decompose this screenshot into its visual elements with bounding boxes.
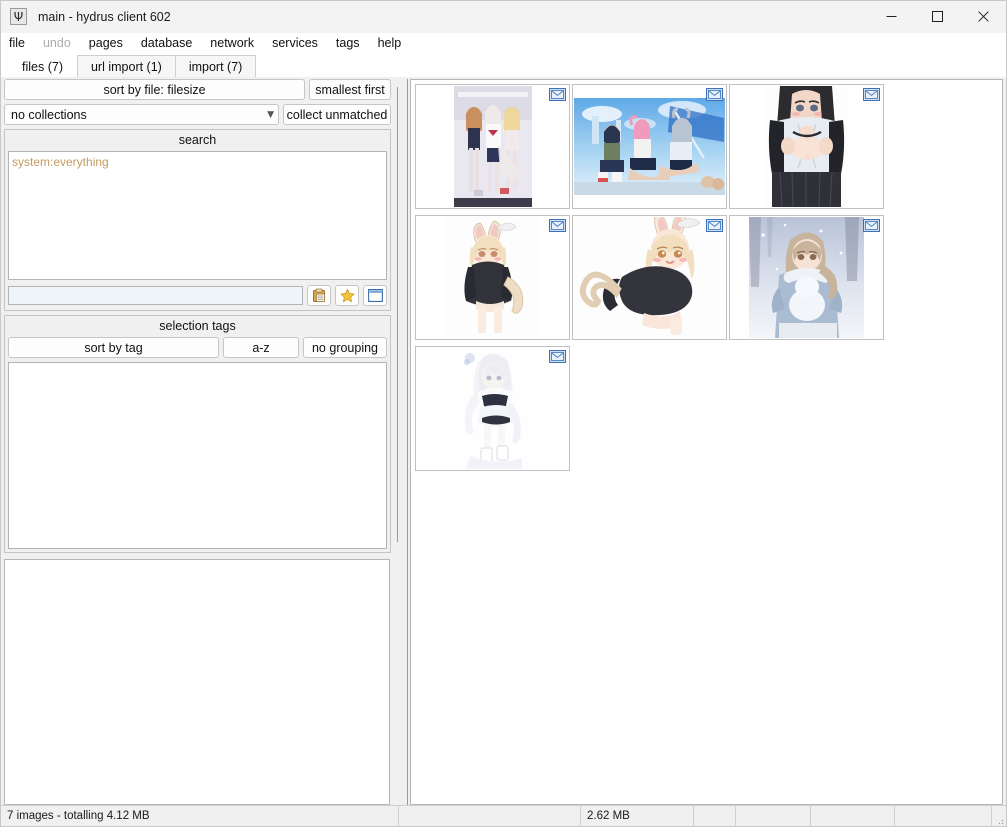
vertical-splitter-handle	[407, 79, 408, 805]
collections-row: no collections ▼ collect unmatched	[4, 104, 391, 125]
menu-item-services[interactable]: services	[272, 36, 318, 50]
taskbar-strip	[0, 827, 1007, 831]
left-panel-scrollbar[interactable]	[391, 79, 404, 553]
status-current-file-size: 2.62 MB	[581, 805, 694, 827]
search-groupbox: search system:everything	[4, 129, 391, 311]
sort-row: sort by file: filesize smallest first	[4, 79, 391, 100]
selection-tags-grouping-button[interactable]: no grouping	[303, 337, 387, 358]
selection-tags-groupbox: selection tags sort by tag a-z no groupi…	[4, 315, 391, 553]
title-bar: Ψ main - hydrus client 602	[1, 1, 1006, 33]
thumbnail-grid-panel[interactable]	[410, 79, 1003, 805]
thumbnail-item[interactable]	[729, 84, 884, 209]
chevron-down-icon: ▼	[267, 109, 274, 120]
selection-tags-list[interactable]	[8, 362, 387, 549]
envelope-icon[interactable]	[549, 88, 566, 101]
window-title: main - hydrus client 602	[38, 9, 171, 24]
left-panel-top: sort by file: filesize smallest first no…	[4, 79, 404, 553]
envelope-icon[interactable]	[863, 219, 880, 232]
tag-search-input[interactable]	[8, 286, 303, 305]
status-cell-6	[811, 805, 895, 827]
thumbnail-item[interactable]	[729, 215, 884, 340]
thumbnail-item[interactable]	[415, 346, 570, 471]
page-tab-bar: files (7) url import (1) import (7)	[1, 53, 1006, 77]
search-entry-row	[5, 280, 390, 310]
sort-direction-button[interactable]: smallest first	[309, 79, 391, 100]
menu-item-tags[interactable]: tags	[336, 36, 360, 50]
content-area: sort by file: filesize smallest first no…	[1, 77, 1006, 805]
collections-select-value: no collections	[11, 107, 87, 122]
minimize-button[interactable]	[868, 1, 914, 32]
thumbnail-item[interactable]	[572, 84, 727, 209]
tab-files[interactable]: files (7)	[8, 55, 77, 77]
menu-item-network[interactable]: network	[210, 36, 254, 50]
thumbnail-grid	[415, 84, 1002, 477]
status-bar: 7 images - totalling 4.12 MB 2.62 MB	[1, 805, 1006, 827]
selection-tags-button-row: sort by tag a-z no grouping	[8, 337, 387, 358]
application-window: Ψ main - hydrus client 602 file undo pag…	[0, 0, 1007, 827]
maximize-button[interactable]	[914, 1, 960, 32]
status-file-summary: 7 images - totalling 4.12 MB	[1, 805, 399, 827]
thumbnail-item[interactable]	[415, 215, 570, 340]
menu-item-help[interactable]: help	[378, 36, 402, 50]
menu-item-file[interactable]: file	[9, 36, 25, 50]
sort-by-button[interactable]: sort by file: filesize	[4, 79, 305, 100]
preview-panel[interactable]	[4, 559, 390, 805]
menu-item-pages[interactable]: pages	[89, 36, 123, 50]
envelope-icon[interactable]	[549, 219, 566, 232]
envelope-icon[interactable]	[863, 88, 880, 101]
status-cell-4	[694, 805, 736, 827]
selection-tags-title: selection tags	[159, 319, 236, 333]
status-cell-5	[736, 805, 811, 827]
thumbnail-item[interactable]	[572, 215, 727, 340]
status-cell-7	[895, 805, 992, 827]
close-button[interactable]	[960, 1, 1006, 32]
paste-clipboard-icon[interactable]	[307, 285, 331, 306]
envelope-icon[interactable]	[706, 88, 723, 101]
envelope-icon[interactable]	[549, 350, 566, 363]
thumbnail-item[interactable]	[415, 84, 570, 209]
selection-tags-sort-button[interactable]: sort by tag	[8, 337, 219, 358]
menu-bar: file undo pages database network service…	[1, 33, 1006, 53]
trident-icon: Ψ	[10, 8, 27, 25]
status-cell-2	[399, 805, 581, 827]
collections-select[interactable]: no collections ▼	[4, 104, 279, 125]
predicate-system-everything[interactable]: system:everything	[9, 152, 386, 169]
tab-import[interactable]: import (7)	[174, 55, 257, 77]
favourite-star-icon[interactable]	[335, 285, 359, 306]
search-groupbox-title: search	[178, 133, 217, 147]
menu-item-database[interactable]: database	[141, 36, 192, 50]
resize-grip-icon[interactable]	[992, 806, 1006, 827]
collect-unmatched-button[interactable]: collect unmatched	[283, 104, 391, 125]
selection-tags-order-button[interactable]: a-z	[223, 337, 299, 358]
search-predicate-list[interactable]: system:everything	[8, 151, 387, 280]
left-panel: sort by file: filesize smallest first no…	[4, 79, 404, 805]
open-window-icon[interactable]	[363, 285, 387, 306]
menu-item-undo: undo	[42, 36, 71, 50]
left-panel-scrollbar-thumb[interactable]	[397, 87, 398, 542]
envelope-icon[interactable]	[706, 219, 723, 232]
tab-url-import[interactable]: url import (1)	[76, 55, 176, 77]
